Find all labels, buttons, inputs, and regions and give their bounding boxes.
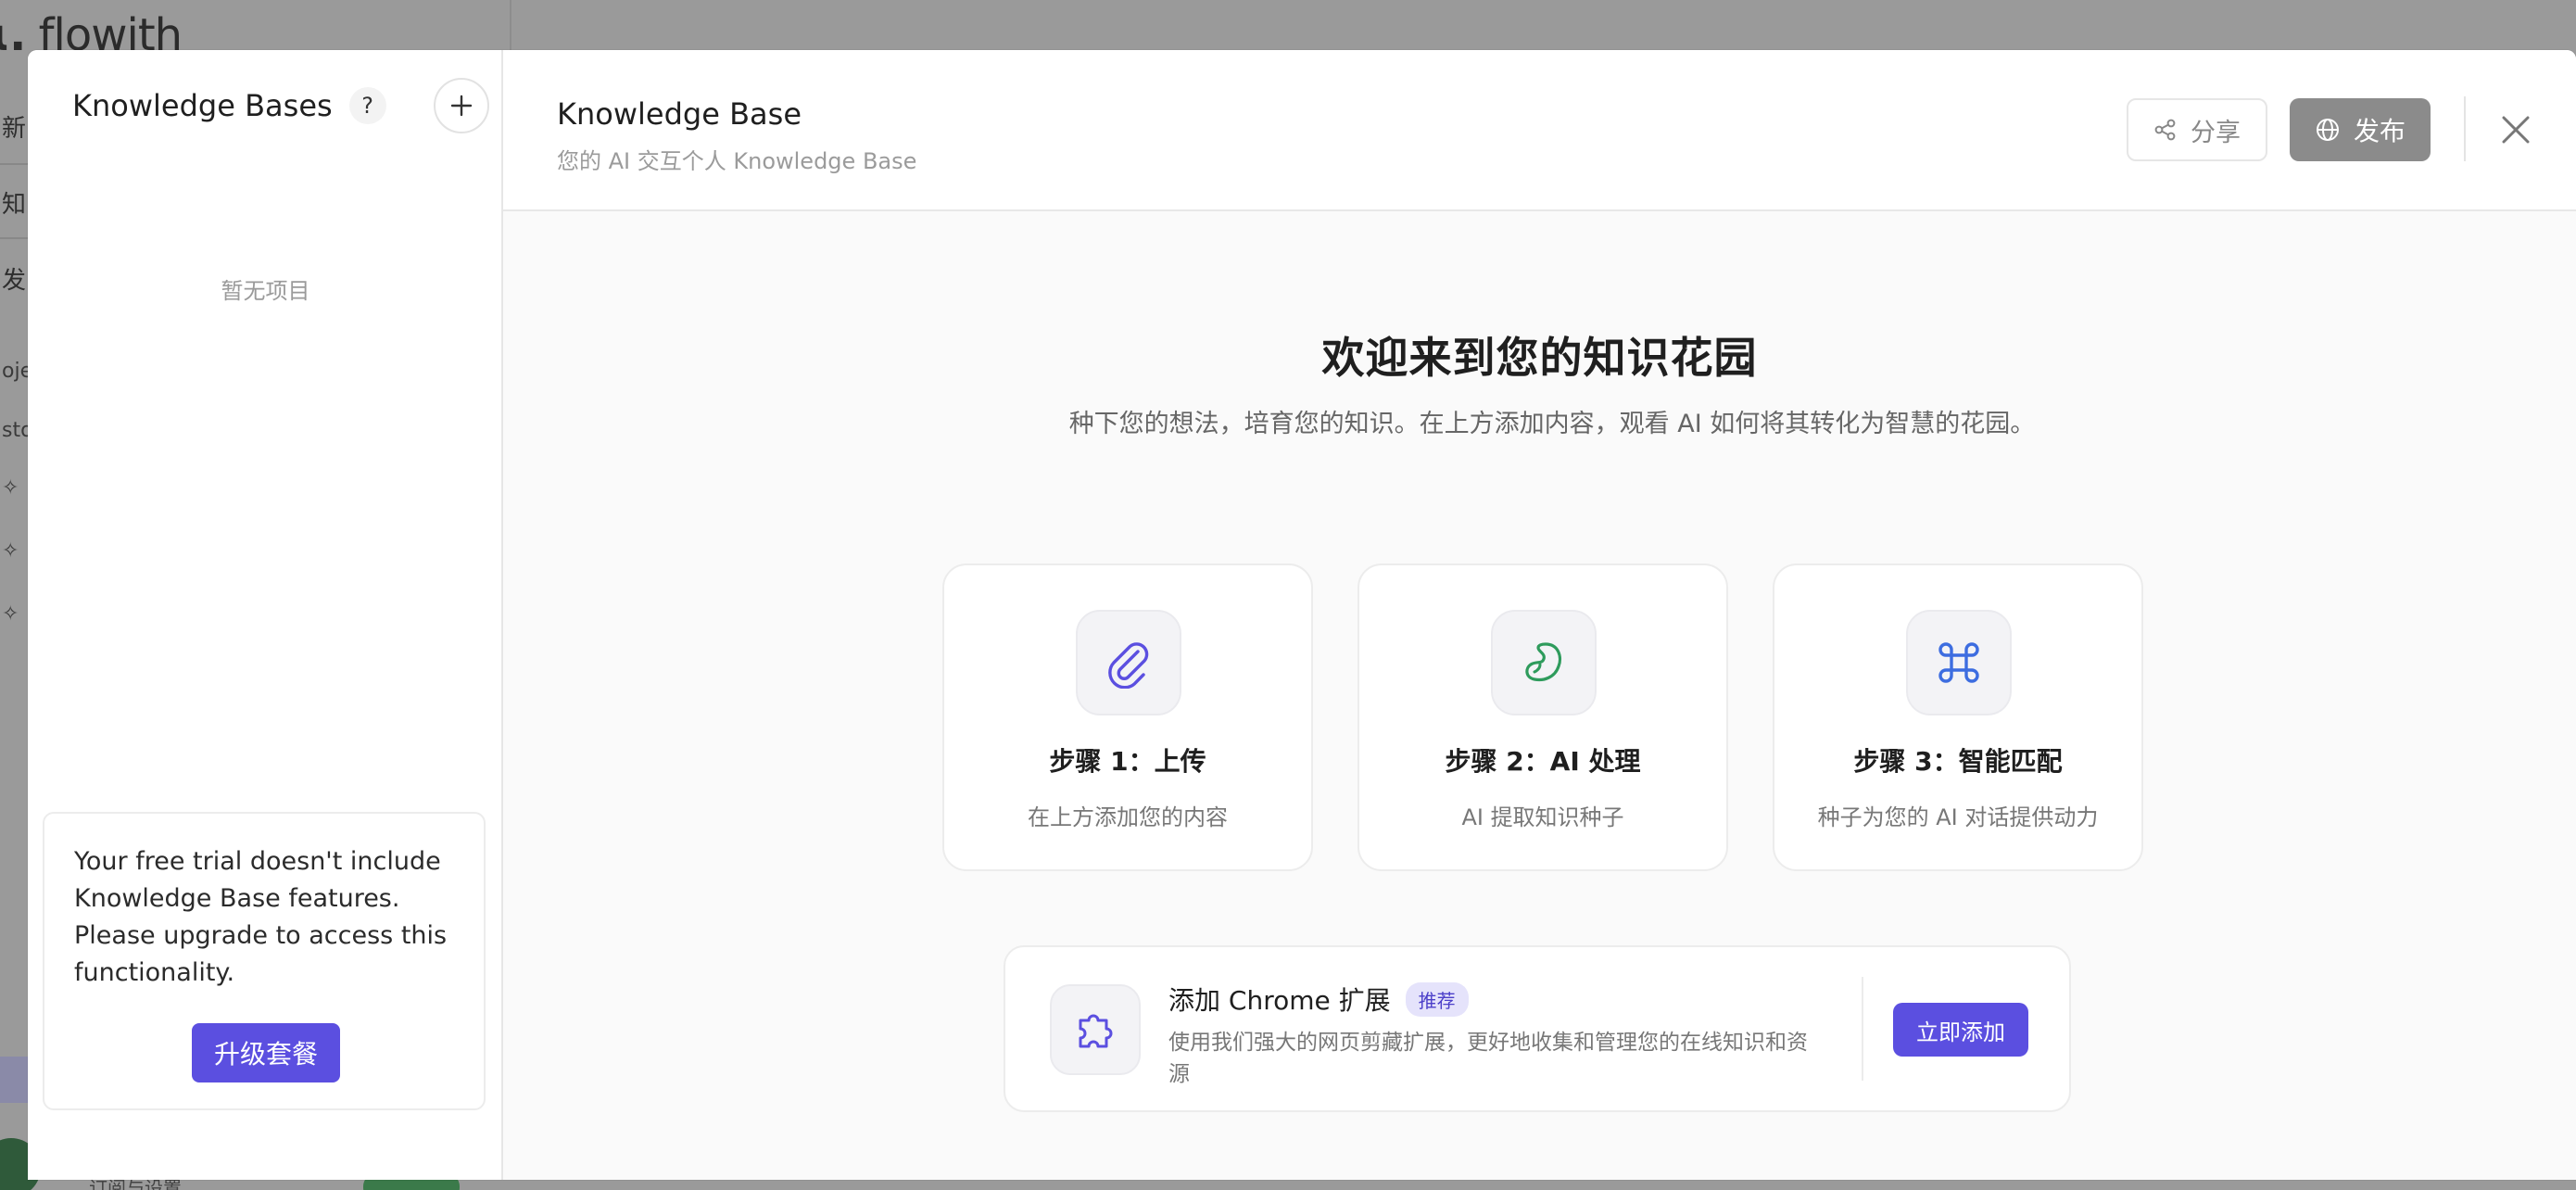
header-divider (2464, 96, 2466, 161)
sparkle-icon: ✧ (2, 539, 19, 563)
sidebar-header: Knowledge Bases ? (72, 78, 489, 133)
help-button[interactable]: ? (348, 87, 386, 124)
add-extension-button[interactable]: 立即添加 (1893, 1003, 2028, 1057)
sidebar-title: Knowledge Bases (72, 88, 333, 123)
page-title: Knowledge Base (557, 96, 802, 132)
close-button[interactable] (2494, 108, 2538, 152)
close-icon (2502, 116, 2530, 144)
recommended-badge: 推荐 (1405, 981, 1469, 1017)
extension-description: 使用我们强大的网页剪藏扩展，更好地收集和管理您的在线知识和资源 (1168, 1031, 1808, 1086)
step-description: 在上方添加您的内容 (1028, 804, 1228, 830)
publish-label: 发布 (2353, 116, 2406, 146)
background-divider (510, 0, 511, 56)
step-description: AI 提取知识种子 (1461, 804, 1624, 830)
knowledge-base-modal: Knowledge Bases ? 暂无项目 Your free trial d… (28, 50, 2576, 1180)
plus-icon (450, 95, 473, 117)
main-header: Knowledge Base 您的 AI 交互个人 Knowledge Base… (503, 50, 2576, 211)
welcome-description: 种下您的想法，培育您的知识。在上方添加内容，观看 AI 如何将其转化为智慧的花园… (1068, 410, 2036, 438)
background-nav-fragment: 新 (2, 115, 27, 143)
extension-divider (1862, 977, 1863, 1081)
step-description: 种子为您的 AI 对话提供动力 (1817, 804, 2099, 830)
knowledge-base-main: Knowledge Base 您的 AI 交互个人 Knowledge Base… (503, 50, 2576, 1180)
trial-notice-text: Your free trial doesn't include Knowledg… (74, 847, 448, 987)
step-title: 步骤 1：上传 (1049, 746, 1206, 777)
publish-button[interactable]: 发布 (2290, 98, 2431, 161)
trial-notice-card: Your free trial doesn't include Knowledg… (43, 812, 486, 1110)
step-card-smart-matching: 步骤 3：智能匹配 种子为您的 AI 对话提供动力 (1773, 563, 2143, 871)
step-title: 步骤 3：智能匹配 (1853, 746, 2063, 777)
background-nav-fragment: 发 (2, 267, 27, 295)
add-knowledge-base-button[interactable] (434, 78, 489, 133)
sparkle-icon: ✧ (2, 602, 19, 626)
share-button[interactable]: 分享 (2127, 98, 2267, 161)
step-card-ai-processing: 步骤 2：AI 处理 AI 提取知识种子 (1357, 563, 1728, 871)
knowledge-base-sidebar: Knowledge Bases ? 暂无项目 Your free trial d… (28, 50, 503, 1180)
background-divider (0, 163, 28, 165)
background-divider (0, 237, 28, 239)
puzzle-icon (1050, 984, 1141, 1075)
extension-title: 添加 Chrome 扩展 (1168, 985, 1391, 1016)
share-label: 分享 (2191, 118, 2241, 147)
step-title: 步骤 2：AI 处理 (1445, 746, 1641, 777)
sparkle-icon: ✧ (2, 476, 19, 500)
chrome-extension-card: 添加 Chrome 扩展 推荐 使用我们强大的网页剪藏扩展，更好地收集和管理您的… (1004, 945, 2071, 1112)
background-highlight (0, 1057, 28, 1103)
empty-state-text: 暂无项目 (221, 278, 310, 304)
extension-title-row: 添加 Chrome 扩展 推荐 (1168, 981, 1469, 1018)
seed-icon (1491, 610, 1597, 715)
step-card-upload: 步骤 1：上传 在上方添加您的内容 (942, 563, 1313, 871)
page-subtitle: 您的 AI 交互个人 Knowledge Base (557, 148, 917, 174)
command-icon (1906, 610, 2012, 715)
background-nav-fragment: 知 (2, 191, 27, 219)
paperclip-icon (1076, 610, 1181, 715)
upgrade-plan-button[interactable]: 升级套餐 (192, 1023, 340, 1082)
share-icon (2154, 119, 2176, 141)
welcome-title: 欢迎来到您的知识花园 (1321, 333, 1758, 383)
globe-icon (2316, 119, 2339, 141)
